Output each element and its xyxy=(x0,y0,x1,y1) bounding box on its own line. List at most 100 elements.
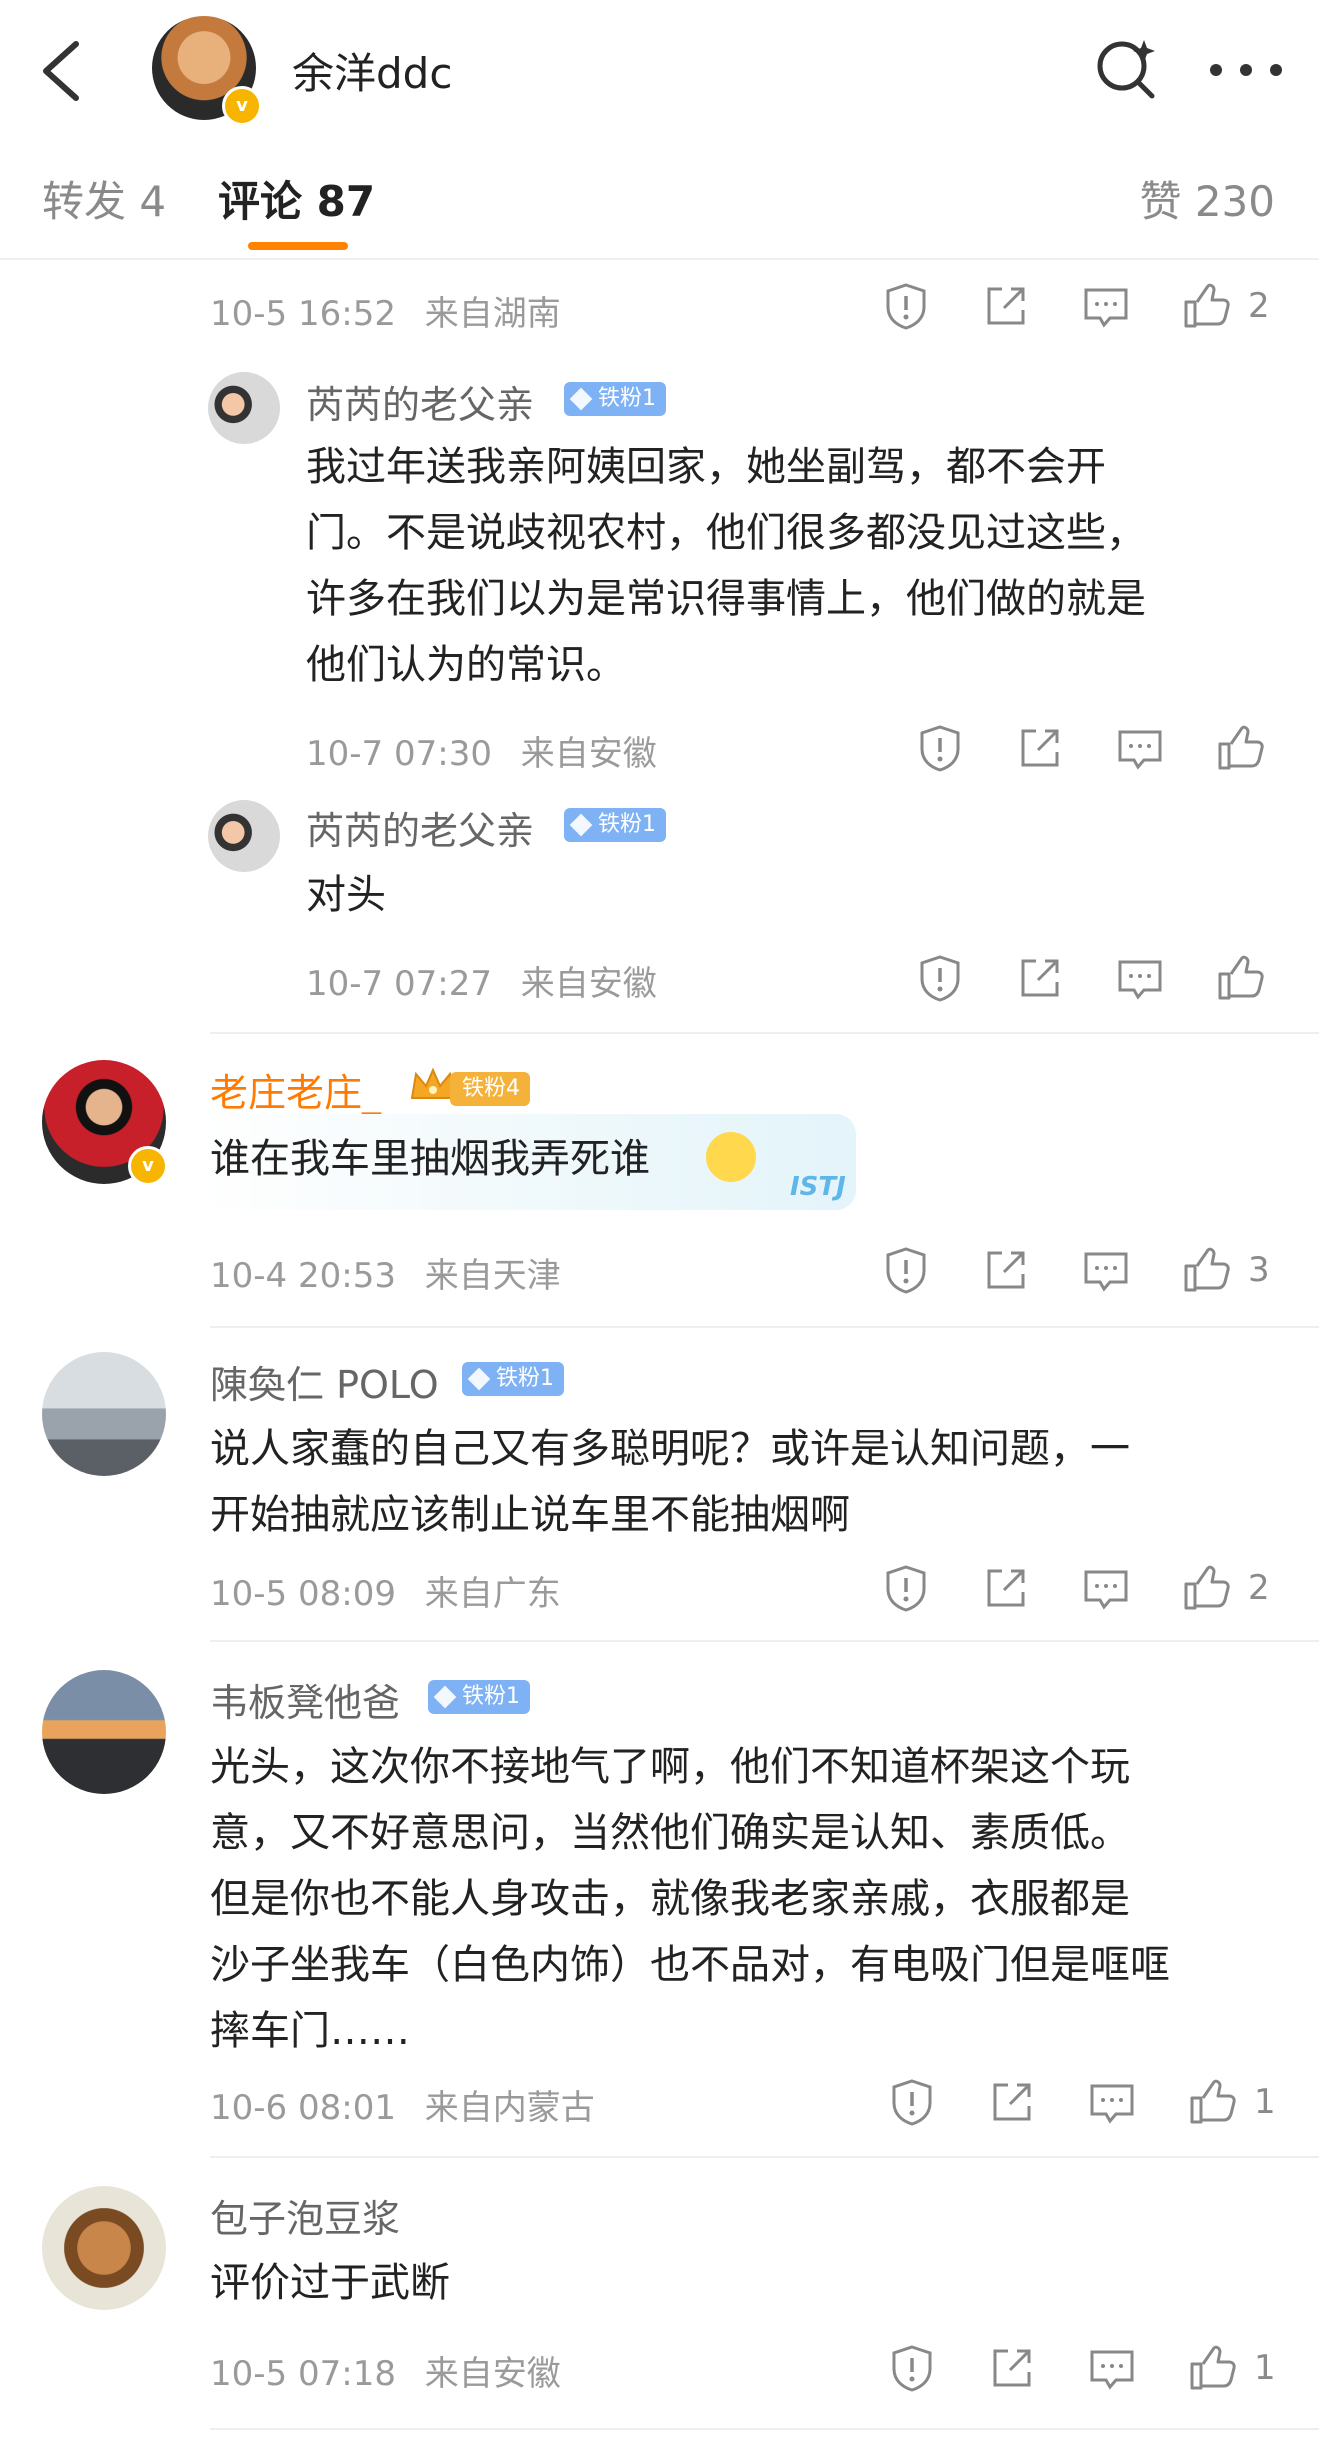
tab-bar: 转发 4 评论 87 赞 230 xyxy=(0,138,1319,260)
like-icon[interactable] xyxy=(1186,2342,1238,2394)
divider xyxy=(210,1326,1319,1328)
tab-repost[interactable]: 转发 4 xyxy=(42,168,166,229)
user-name[interactable]: 韦板凳他爸 xyxy=(210,1672,400,1727)
share-icon[interactable] xyxy=(1014,952,1066,1004)
comment-text: 谁在我车里抽烟我弄死谁 xyxy=(210,1136,650,1182)
report-icon[interactable] xyxy=(886,2076,938,2128)
comment-icon[interactable] xyxy=(1086,2342,1138,2394)
share-icon[interactable] xyxy=(1014,722,1066,774)
reply-text: 对头 xyxy=(306,872,386,918)
tab-comment[interactable]: 评论 87 xyxy=(218,168,375,229)
comment-actions: 2 xyxy=(880,1562,1280,1618)
comment-meta: 10-6 08:01 来自内蒙古 xyxy=(210,2080,595,2129)
like-icon[interactable] xyxy=(1180,280,1232,332)
divider xyxy=(210,2428,1319,2430)
like-icon[interactable] xyxy=(1214,722,1266,774)
comment-icon[interactable] xyxy=(1080,1562,1132,1614)
comment-icon[interactable] xyxy=(1086,2076,1138,2128)
divider xyxy=(210,1032,1319,1034)
tab-likes[interactable]: 赞 230 xyxy=(1139,168,1275,229)
active-tab-indicator xyxy=(248,242,348,250)
user-name[interactable]: 包子泡豆浆 xyxy=(210,2188,400,2243)
avatar[interactable] xyxy=(42,1670,166,1794)
comment-actions: 2 xyxy=(880,280,1280,336)
avatar[interactable] xyxy=(208,800,280,872)
user-name[interactable]: 芮芮的老父亲 xyxy=(306,800,534,855)
report-icon[interactable] xyxy=(914,722,966,774)
like-icon[interactable] xyxy=(1180,1244,1232,1296)
fan-badge: 铁粉4 xyxy=(450,1072,530,1106)
comment-meta: 10-5 07:18 来自安徽 xyxy=(210,2346,561,2395)
like-count: 1 xyxy=(1254,2348,1276,2388)
share-icon[interactable] xyxy=(980,280,1032,332)
share-icon[interactable] xyxy=(986,2076,1038,2128)
report-icon[interactable] xyxy=(880,1244,932,1296)
reply-actions xyxy=(914,952,1274,1008)
reply-meta: 10-7 07:27 来自安徽 xyxy=(306,956,657,1005)
comment-text: 说人家蠢的自己又有多聪明呢？或许是认知问题，一 开始抽就应该制止说车里不能抽烟啊 xyxy=(210,1426,1130,1538)
comment-actions: 1 xyxy=(886,2076,1286,2132)
user-name[interactable]: 陳奐仁 POLO xyxy=(210,1354,439,1409)
reply-time: 10-7 07:30 xyxy=(306,734,492,774)
reply-location: 来自安徽 xyxy=(520,964,657,1004)
like-count: 2 xyxy=(1248,286,1270,326)
istj-sticker: ISTJ xyxy=(790,1172,846,1202)
user-name[interactable]: 老庄老庄_ xyxy=(210,1062,381,1117)
reply-time: 10-7 07:27 xyxy=(306,964,492,1004)
share-icon[interactable] xyxy=(980,1562,1032,1614)
avatar[interactable] xyxy=(42,1352,166,1476)
like-icon[interactable] xyxy=(1186,2076,1238,2128)
comment-meta: 10-4 20:53 来自天津 xyxy=(210,1248,561,1297)
more-icon[interactable] xyxy=(1206,50,1286,90)
search-sparkle-icon[interactable] xyxy=(1094,36,1158,100)
comment-actions: 1 xyxy=(886,2342,1286,2398)
comment-location: 来自内蒙古 xyxy=(424,2088,595,2128)
reply-meta: 10-7 07:30 来自安徽 xyxy=(306,726,657,775)
like-icon[interactable] xyxy=(1214,952,1266,1004)
avatar[interactable] xyxy=(42,2186,166,2310)
fan-badge: 铁粉1 xyxy=(428,1680,530,1714)
emoji-icon xyxy=(706,1132,756,1182)
share-icon[interactable] xyxy=(986,2342,1038,2394)
comment-text: 光头，这次你不接地气了啊，他们不知道杯架这个玩 意，又不好意思问，当然他们确实是… xyxy=(210,1744,1170,2054)
page-title[interactable]: 余洋ddc xyxy=(292,40,452,101)
top-bar: v 余洋ddc xyxy=(0,0,1319,134)
like-icon[interactable] xyxy=(1180,1562,1232,1614)
share-icon[interactable] xyxy=(980,1244,1032,1296)
back-arrow-icon[interactable] xyxy=(34,36,94,106)
fan-badge: 铁粉1 xyxy=(564,382,666,416)
verified-badge-icon: v xyxy=(222,86,262,126)
comment-location: 来自广东 xyxy=(424,1574,561,1614)
comment-time: 10-6 08:01 xyxy=(210,2088,396,2128)
comment-time: 10-5 07:18 xyxy=(210,2354,396,2394)
comment-location: 来自天津 xyxy=(424,1256,561,1296)
comment-location: 来自湖南 xyxy=(424,294,561,334)
like-count: 1 xyxy=(1254,2082,1276,2122)
reply-location: 来自安徽 xyxy=(520,734,657,774)
comment-meta: 10-5 08:09 来自广东 xyxy=(210,1566,561,1615)
report-icon[interactable] xyxy=(886,2342,938,2394)
avatar[interactable] xyxy=(208,372,280,444)
comment-icon[interactable] xyxy=(1114,952,1166,1004)
comment-meta: 10-5 16:52 来自湖南 xyxy=(210,286,561,335)
comment-icon[interactable] xyxy=(1080,280,1132,332)
comment-time: 10-5 16:52 xyxy=(210,294,396,334)
report-icon[interactable] xyxy=(880,280,932,332)
reply-actions xyxy=(914,722,1274,778)
comment-time: 10-4 20:53 xyxy=(210,1256,396,1296)
like-count: 2 xyxy=(1248,1568,1270,1608)
divider xyxy=(210,1640,1319,1642)
report-icon[interactable] xyxy=(914,952,966,1004)
like-count: 3 xyxy=(1248,1250,1270,1290)
comment-time: 10-5 08:09 xyxy=(210,1574,396,1614)
user-name[interactable]: 芮芮的老父亲 xyxy=(306,374,534,429)
fan-badge: 铁粉1 xyxy=(564,808,666,842)
comment-icon[interactable] xyxy=(1114,722,1166,774)
fan-badge: 铁粉1 xyxy=(462,1362,564,1396)
report-icon[interactable] xyxy=(880,1562,932,1614)
comment-icon[interactable] xyxy=(1080,1244,1132,1296)
comment-actions: 3 xyxy=(880,1244,1280,1300)
divider xyxy=(210,2156,1319,2158)
comment-text: 评价过于武断 xyxy=(210,2260,450,2306)
reply-text: 我过年送我亲阿姨回家，她坐副驾，都不会开 门。不是说歧视农村，他们很多都没见过这… xyxy=(306,444,1146,688)
